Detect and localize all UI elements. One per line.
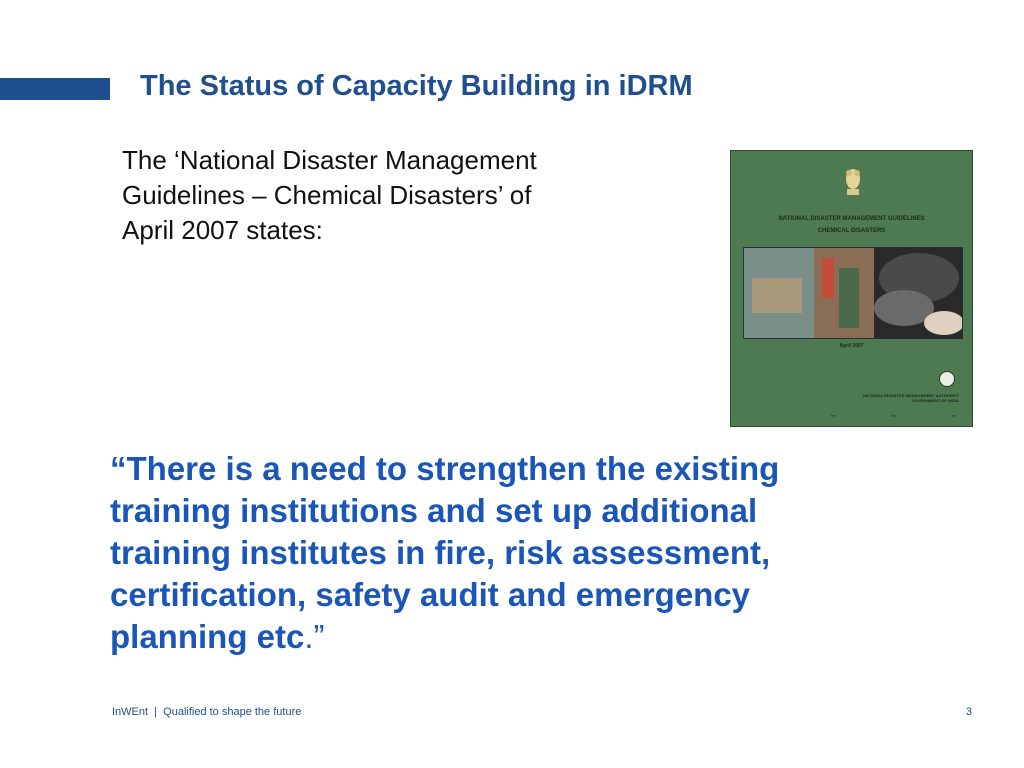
guidelines-cover-image: NATIONAL DISASTER MANAGEMENT GUIDELINES …	[730, 150, 973, 427]
cover-government: GOVERNMENT OF INDIA	[911, 398, 959, 403]
cover-footer-marks: ▪▪▪ ▪▪▪ ▪▪▪	[831, 413, 956, 418]
cover-footer-mark: ▪▪▪	[951, 413, 956, 418]
quote-line: certification, safety audit and emergenc…	[110, 576, 751, 613]
cover-subheading: CHEMICAL DISASTERS	[817, 228, 886, 234]
national-emblem-icon	[846, 169, 860, 195]
quote-line: “There is a need to strengthen the exist…	[110, 450, 780, 487]
quote-line: training institutes in fire, risk assess…	[110, 534, 771, 571]
footer-tagline: InWEnt | Qualified to shape the future	[112, 706, 302, 718]
cover-heading: NATIONAL DISASTER MANAGEMENT GUIDELINES	[778, 216, 925, 222]
title-accent-bar	[0, 78, 110, 100]
cover-authority: NATIONAL DISASTER MANAGEMENT AUTHORITY G…	[809, 393, 959, 403]
intro-line: The ‘National Disaster Management	[122, 145, 537, 175]
cover-photo-collage	[743, 247, 963, 339]
slide-title: The Status of Capacity Building in iDRM	[140, 70, 693, 102]
cover-date: April 2007	[839, 343, 864, 349]
cover-footer-mark: ▪▪▪	[831, 413, 836, 418]
intro-line: Guidelines – Chemical Disasters’ of	[122, 180, 532, 210]
cover-footer-mark: ▪▪▪	[891, 413, 896, 418]
quote-last-text: planning etc	[110, 618, 305, 655]
intro-line: April 2007 states:	[122, 215, 323, 245]
quote-last-line: planning etc.”	[110, 616, 970, 658]
quote-closing: .”	[304, 618, 325, 655]
page-number: 3	[965, 706, 972, 718]
quote-line: training institutions and set up additio…	[110, 492, 758, 529]
intro-text: The ‘National Disaster Management Guidel…	[122, 143, 702, 248]
authority-seal-icon	[939, 371, 955, 387]
guidelines-quote: “There is a need to strengthen the exist…	[110, 448, 970, 658]
